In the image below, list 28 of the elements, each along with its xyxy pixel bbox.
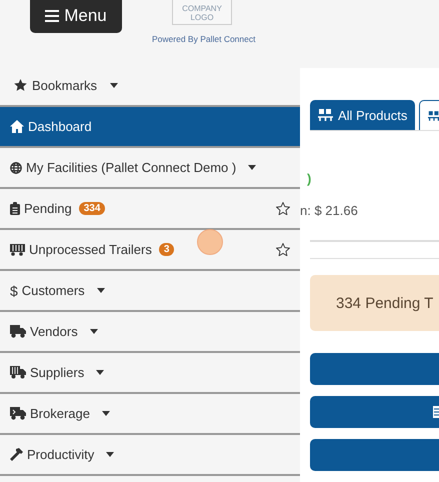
sidebar-item[interactable]: Dashboard (0, 105, 300, 148)
menu-icon (45, 10, 60, 22)
count-badge: 3 (158, 243, 174, 256)
bookmarks-menu[interactable]: Bookmarks (0, 65, 300, 105)
home-icon (10, 120, 24, 133)
menu-button[interactable]: Menu (30, 0, 122, 33)
trailer-icon (10, 244, 25, 256)
products-tab[interactable]: All Products (310, 100, 416, 130)
caret-icon (110, 82, 118, 88)
status-text: ) (307, 171, 312, 187)
globe-icon (10, 162, 22, 174)
clipboard-icon (10, 202, 20, 215)
star-icon[interactable] (276, 243, 290, 256)
boxes-icon (428, 110, 439, 122)
company-logo: COMPANY LOGO (172, 0, 232, 25)
count-badge: 334 (78, 202, 106, 215)
document-icon (433, 406, 439, 418)
star-icon[interactable] (276, 202, 290, 215)
price-text: n: $ 21.66 (300, 203, 359, 218)
truck-icon (10, 325, 26, 338)
hammer-icon (10, 448, 23, 461)
truck-icon (10, 407, 26, 420)
pending-alert: 334 Pending T (310, 275, 439, 331)
boxes-icon (318, 109, 333, 121)
dollar-icon: $ (10, 282, 18, 298)
star-icon (14, 79, 27, 91)
powered-by-text: Powered By Pallet Connect (152, 34, 256, 44)
truck-icon (10, 366, 26, 379)
